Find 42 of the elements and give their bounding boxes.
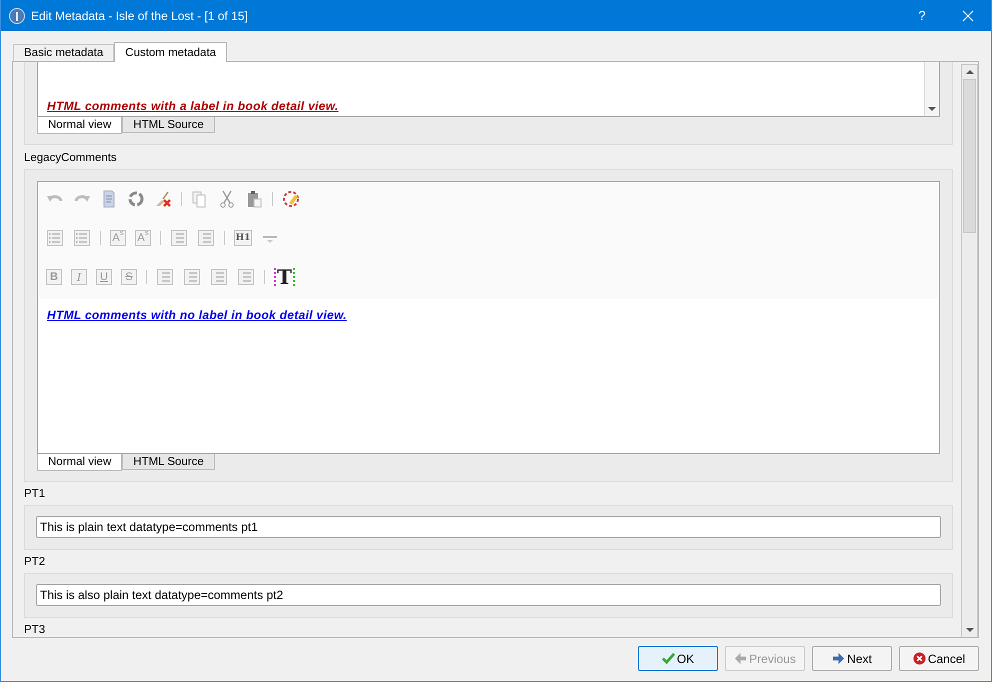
text-field[interactable]: This is plain text datatype=comments pt1 <box>36 516 941 538</box>
clipboard-icon[interactable] <box>245 190 263 208</box>
dialog-button[interactable]: OK <box>638 646 718 671</box>
scrollbar[interactable] <box>961 64 978 637</box>
align-icon[interactable] <box>210 268 228 286</box>
view-tab[interactable]: HTML Source <box>122 117 215 133</box>
dialog-button[interactable]: Cancel <box>899 646 979 671</box>
editor-field[interactable]: HTML comments with a label in book detail view. <box>37 62 940 117</box>
comment-link[interactable]: HTML comments with a label in book detail view. <box>47 99 338 113</box>
app-icon <box>9 8 25 24</box>
text-field[interactable]: This is also plain text datatype=comments pt2 <box>36 584 941 606</box>
field-label: PT3 <box>24 624 46 636</box>
indent-icon[interactable] <box>170 229 188 247</box>
window-title: Edit Metadata - Isle of the Lost - [1 of 15] <box>31 8 248 22</box>
brush-cross-icon[interactable] <box>154 190 172 208</box>
close-icon <box>962 10 974 22</box>
view-tab[interactable]: Normal view <box>37 117 122 134</box>
field-label: LegacyComments <box>24 152 118 164</box>
right-arrow-icon <box>832 652 846 665</box>
align-icon[interactable] <box>237 268 255 286</box>
help-button[interactable]: ? <box>899 0 945 31</box>
format-icon[interactable]: H1 <box>234 230 252 246</box>
left-arrow-icon <box>734 652 748 665</box>
view-tab[interactable]: Normal view <box>37 454 122 471</box>
bulleted-list-icon[interactable] <box>73 229 91 247</box>
numbered-list-icon[interactable] <box>46 229 64 247</box>
dialog-button[interactable]: Next <box>812 646 892 671</box>
recycle-icon[interactable] <box>127 190 145 208</box>
align-icon[interactable] <box>156 268 174 286</box>
comment-link[interactable]: HTML comments with no label in book detail view. <box>47 308 347 322</box>
scissors-icon[interactable] <box>218 190 236 208</box>
scrollbar[interactable] <box>924 62 939 116</box>
field-label: PT1 <box>24 488 46 500</box>
tab[interactable]: Custom metadata <box>114 42 228 62</box>
outdent-icon[interactable] <box>197 229 215 247</box>
cancel-icon <box>912 652 926 665</box>
align-icon[interactable] <box>183 268 201 286</box>
tab[interactable]: Basic metadata <box>13 44 114 61</box>
view-tab[interactable]: HTML Source <box>122 454 215 470</box>
check-icon <box>662 652 675 665</box>
color-palette-icon[interactable] <box>282 190 300 208</box>
field-label: PT2 <box>24 556 46 568</box>
